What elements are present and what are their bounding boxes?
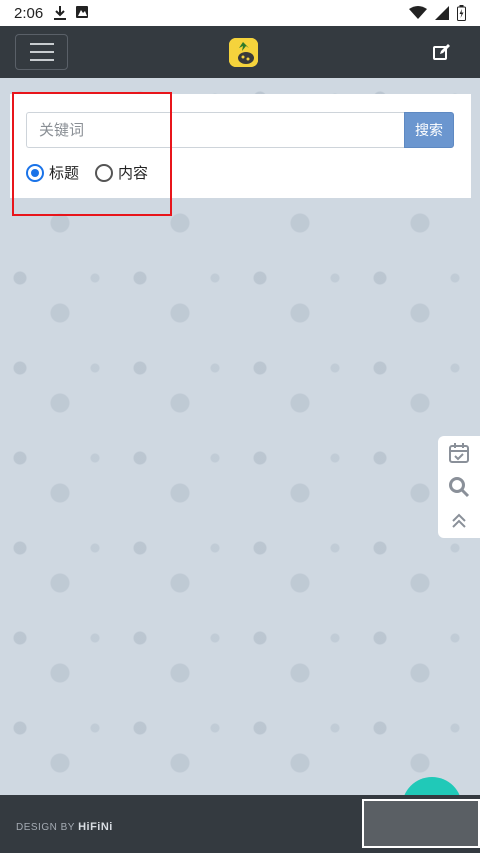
download-icon (54, 6, 67, 20)
footer-credit: DESIGN BY HiFiNi (16, 821, 113, 833)
calendar-check-icon[interactable] (438, 436, 480, 470)
footer: DESIGN BY HiFiNi (0, 795, 480, 853)
pineapple-logo-icon[interactable] (229, 38, 258, 67)
status-bar: 2:06 (0, 0, 480, 26)
floating-toolbar (438, 436, 480, 538)
hamburger-icon (29, 43, 54, 45)
notification-icon (76, 6, 89, 18)
battery-icon (457, 5, 466, 21)
status-left-icons (53, 5, 89, 21)
status-right-icons (409, 5, 466, 21)
edit-icon[interactable] (432, 42, 452, 62)
thumbnail-image (362, 799, 480, 848)
status-time: 2:06 (14, 4, 44, 22)
footer-design-by: DESIGN BY (16, 822, 75, 833)
highlight-annotation-box (12, 92, 172, 216)
scroll-top-icon[interactable] (438, 504, 480, 538)
top-navbar (0, 26, 480, 78)
search-icon[interactable] (438, 470, 480, 504)
wifi-icon (409, 6, 427, 19)
signal-icon (435, 6, 449, 20)
menu-button[interactable] (15, 34, 68, 70)
footer-brand[interactable]: HiFiNi (78, 821, 113, 833)
search-button[interactable]: 搜索 (404, 112, 454, 148)
